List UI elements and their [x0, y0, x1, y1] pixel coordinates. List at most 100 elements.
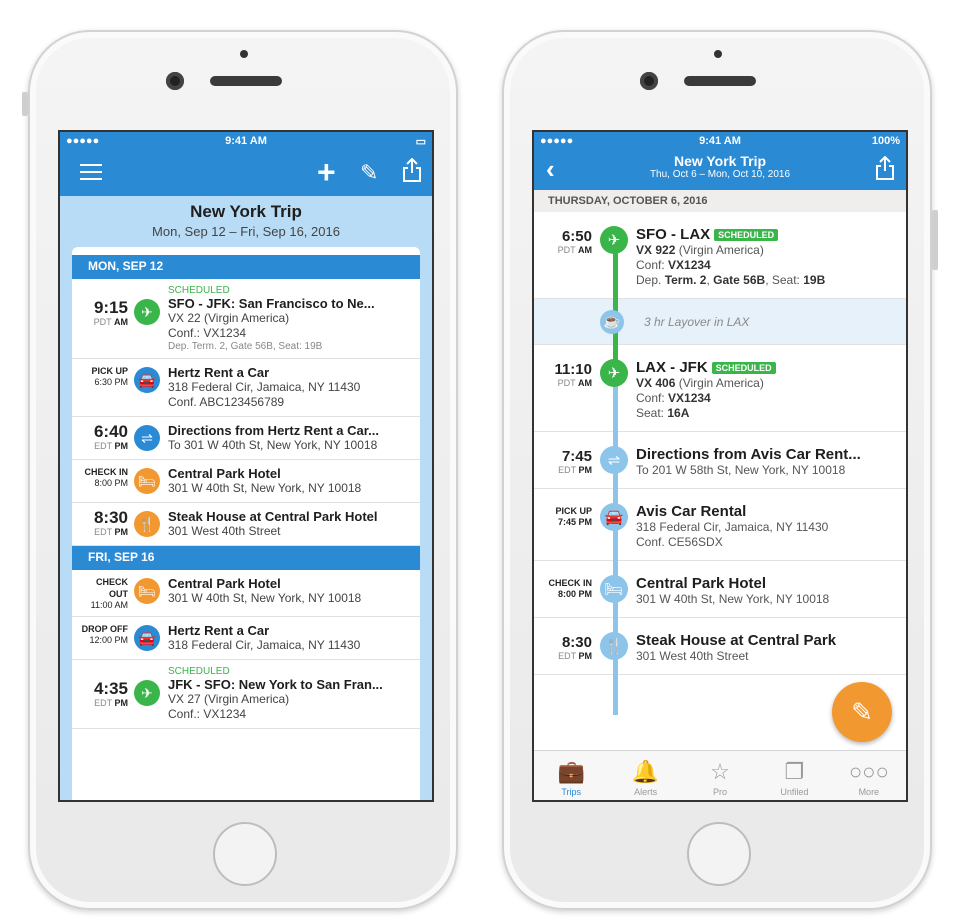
star-icon: ☆ — [710, 759, 730, 784]
time-value: 11:10 — [554, 361, 592, 378]
item-subtitle: Seat: 16A — [636, 406, 690, 420]
item-subtitle: 301 West 40th Street — [636, 649, 749, 663]
icon-wrap: 🛏 — [598, 561, 630, 617]
itinerary-item[interactable]: DROP OFF 12:00 PM 🚘 Hertz Rent a Car 318 Fed… — [72, 617, 420, 660]
itinerary-item[interactable]: 9:15 PDT AM ✈ SCHEDULED SFO - JFK: San Franc… — [72, 279, 420, 359]
tab-more[interactable]: ○○○ More — [832, 751, 906, 800]
layover-text: 3 hr Layover in LAX — [644, 314, 750, 329]
itinerary-item[interactable]: 6:50 PDT AM ✈ SFO - LAX SCHEDULED VX 922 (Vir… — [534, 212, 906, 299]
value-bold: VX 922 — [636, 243, 676, 257]
left-phone: ●●●●● 9:41 AM ▭ + ✎ New York Trip Mon, S… — [22, 30, 458, 910]
itinerary-item[interactable]: 7:45 EDT PM ⇌ Directions from Avis Car Rent… — [534, 432, 906, 489]
item-subtitle: Conf. ABC123456789 — [168, 395, 285, 409]
item-title: Hertz Rent a Car — [168, 623, 270, 638]
item-title: JFK - SFO: New York to San Fran... — [168, 677, 383, 692]
item-time: 9:15 PDT AM — [76, 285, 134, 352]
value-bold: VX1234 — [668, 391, 711, 405]
time-value: 7:45 — [561, 448, 592, 465]
time-zone: EDT PM — [94, 527, 128, 537]
title-text: Directions from Avis Car Rent... — [636, 446, 861, 463]
airplane-icon: ✈ — [600, 359, 628, 387]
toolbar: ‹ New York Trip Thu, Oct 6 – Mon, Oct 10… — [534, 150, 906, 190]
menu-icon[interactable] — [80, 164, 102, 185]
itinerary-item[interactable]: 11:10 PDT AM ✈ LAX - JFK SCHEDULED VX 406 (Vi… — [534, 345, 906, 432]
itinerary-item[interactable]: PICK UP 6:30 PM 🚘 Hertz Rent a Car 318 Feder… — [72, 359, 420, 417]
itinerary-item[interactable]: CHECK IN 8:00 PM 🛏 Central Park Hotel 301 W … — [534, 561, 906, 618]
itinerary-item[interactable]: PICK UP 7:45 PM 🚘 Avis Car Rental 318 Federa… — [534, 489, 906, 561]
icon-wrap: 🍴 — [598, 618, 630, 674]
tab-trips[interactable]: 💼 Trips — [534, 751, 608, 800]
bed-icon: 🛏 — [600, 575, 628, 603]
item-details: Directions from Avis Car Rent... To 201 W… — [630, 432, 906, 488]
time-label: PICK UP — [555, 506, 592, 516]
add-icon[interactable]: + — [317, 154, 336, 191]
item-subtitle: 301 W 40th St, New York, NY 10018 — [636, 592, 830, 606]
timeline: 6:50 PDT AM ✈ SFO - LAX SCHEDULED VX 922 (Vir… — [534, 212, 906, 715]
time-zone: EDT PM — [94, 698, 128, 708]
item-detail: Dep. Term. 2, Gate 56B, Seat: 19B — [168, 341, 323, 352]
itinerary-item[interactable]: 8:30 EDT PM 🍴 Steak House at Central Park H… — [72, 503, 420, 546]
time-zone: EDT PM — [558, 465, 593, 475]
title-text: Steak House at Central Park — [636, 632, 837, 649]
item-title: SFO - JFK: San Francisco to Ne... — [168, 296, 375, 311]
home-button[interactable] — [213, 822, 277, 886]
battery-icon: ▭ — [415, 135, 426, 148]
item-time: 6:40 EDT PM — [76, 423, 134, 453]
tab-unfiled[interactable]: ❐ Unfiled — [757, 751, 831, 800]
restaurant-icon: 🍴 — [134, 511, 160, 537]
time-value: 6:50 — [561, 228, 592, 245]
itinerary-item[interactable]: 4:35 EDT PM ✈ SCHEDULED JFK - SFO: New York … — [72, 660, 420, 729]
item-subtitle: Conf: VX1234 — [636, 391, 711, 405]
itinerary-item[interactable]: CHECK OUT 11:00 AM 🛏 Central Park Hotel 301 … — [72, 570, 420, 617]
share-icon[interactable] — [403, 158, 421, 182]
item-subtitle: 318 Federal Cir, Jamaica, NY 11430 — [636, 520, 829, 534]
share-icon[interactable] — [876, 156, 894, 180]
item-details: Central Park Hotel 301 W 40th St, New Yor… — [168, 576, 416, 610]
item-details: SCHEDULED JFK - SFO: New York to San Fran… — [168, 666, 416, 722]
icon-wrap: ✈ — [598, 345, 630, 431]
item-subtitle: VX 27 (Virgin America) — [168, 692, 290, 706]
time-zone: PDT AM — [557, 378, 592, 388]
time-value: 6:40 — [93, 422, 128, 441]
itinerary-item[interactable]: CHECK IN 8:00 PM 🛏 Central Park Hotel 301 W … — [72, 460, 420, 503]
itinerary-item[interactable]: 6:40 EDT PM ⇌ Directions from Hertz Rent a … — [72, 417, 420, 460]
item-title: Central Park Hotel — [168, 466, 281, 481]
icon-wrap: 🚘 — [598, 489, 630, 560]
time-value: 8:00 PM — [557, 589, 592, 599]
tab-pro[interactable]: ☆ Pro — [683, 751, 757, 800]
scheduled-badge: SCHEDULED — [714, 229, 779, 242]
item-details: SCHEDULED SFO - JFK: San Francisco to Ne.… — [168, 285, 416, 352]
tab-bar: 💼 Trips 🔔 Alerts ☆ Pro ❐ Unfiled ○○○ More — [534, 750, 906, 800]
item-title: Steak House at Central Park Hotel — [168, 509, 378, 524]
signpost-icon: ⇌ — [600, 446, 628, 474]
ampm: PM — [578, 651, 593, 661]
home-button[interactable] — [687, 822, 751, 886]
item-time: 8:30 EDT PM — [534, 618, 598, 674]
item-title: Central Park Hotel — [636, 575, 900, 592]
scheduled-badge: SCHEDULED — [711, 362, 776, 375]
car-icon: 🚘 — [600, 503, 628, 531]
day-header: FRI, SEP 16 — [72, 546, 420, 570]
item-time: PICK UP 7:45 PM — [534, 489, 598, 560]
time-value: 6:30 PM — [94, 377, 128, 387]
item-title: Directions from Avis Car Rent... — [636, 446, 900, 463]
status-bar: ●●●●● 9:41 AM ▭ — [60, 132, 432, 150]
ampm: AM — [578, 378, 592, 388]
toolbar: + ✎ — [60, 150, 432, 196]
tab-alerts[interactable]: 🔔 Alerts — [608, 751, 682, 800]
more-icon: ○○○ — [848, 759, 889, 784]
item-details: Hertz Rent a Car 318 Federal Cir, Jamaica… — [168, 365, 416, 410]
edit-fab-button[interactable]: ✎ — [832, 682, 892, 742]
status-scheduled: SCHEDULED — [168, 666, 230, 677]
time-label: CHECK IN — [548, 578, 592, 588]
item-time: CHECK IN 8:00 PM — [534, 561, 598, 617]
item-details: Steak House at Central Park 301 West 40th… — [630, 618, 906, 674]
itinerary-item[interactable]: 8:30 EDT PM 🍴 Steak House at Central Park 30… — [534, 618, 906, 675]
ampm: PM — [578, 465, 593, 475]
edit-icon[interactable]: ✎ — [360, 160, 378, 186]
time-zone: PDT AM — [557, 245, 592, 255]
value-bold: Gate 56B — [713, 273, 766, 287]
time-value: 11:00 AM — [90, 600, 128, 610]
title-text: Central Park Hotel — [636, 575, 767, 592]
back-icon[interactable]: ‹ — [546, 154, 555, 185]
